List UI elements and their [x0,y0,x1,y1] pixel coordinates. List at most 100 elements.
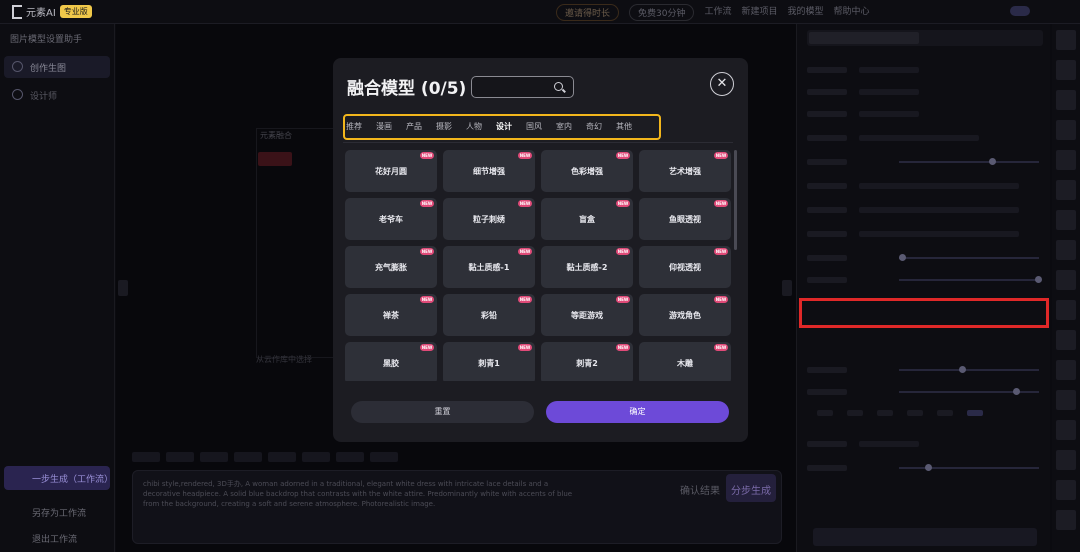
free-time-pill[interactable]: 免费30分钟 [629,4,695,21]
history-thumbnail[interactable] [1056,450,1076,470]
weight-slider[interactable] [807,156,1043,168]
tab-interior[interactable]: 室内 [556,118,572,136]
model-card[interactable]: 游戏角色 NEW [639,294,731,336]
ratio-option[interactable] [817,410,833,416]
collapse-left-handle[interactable] [118,280,128,296]
reset-button[interactable]: 重置 [351,401,534,423]
model-card[interactable]: 粒子刺绣 NEW [443,198,535,240]
grid-scrollbar[interactable] [734,150,737,250]
model-card[interactable]: 刺青2 NEW [541,342,633,381]
tab-people[interactable]: 人物 [466,118,482,136]
history-thumbnail[interactable] [1056,90,1076,110]
history-thumbnail[interactable] [1056,60,1076,80]
model-card[interactable]: 黏土质感-2 NEW [541,246,633,288]
model-card[interactable]: 花好月圆 NEW [345,150,437,192]
history-thumbnail[interactable] [1056,300,1076,320]
end-slider[interactable] [807,274,1043,286]
confirm-button[interactable]: 确定 [546,401,729,423]
tab-chinese-style[interactable]: 国风 [526,118,542,136]
prompt-tag[interactable] [132,452,160,462]
history-thumbnail[interactable] [1056,330,1076,350]
select-from-library-hint[interactable]: 从云作库中选择 [256,354,312,365]
history-thumbnail[interactable] [1056,240,1076,260]
model-card[interactable]: 禅茶 NEW [345,294,437,336]
user-badge[interactable] [1010,6,1030,16]
sidebar-item-designer[interactable]: 设计师 [4,84,110,106]
collapse-right-handle[interactable] [782,280,792,296]
close-button[interactable]: ✕ [710,72,734,96]
step-generate-button[interactable]: 分步生成 [726,474,776,502]
model-card[interactable]: 鱼眼透视 NEW [639,198,731,240]
breadcrumb[interactable]: 图片模型设置助手 [10,32,82,45]
top-nav-item-1[interactable]: 工作流 [704,4,731,21]
model-card[interactable]: 色彩增强 NEW [541,150,633,192]
history-thumbnail[interactable] [1056,270,1076,290]
search-icon[interactable] [554,82,563,91]
model-card[interactable]: 刺青1 NEW [443,342,535,381]
model-card[interactable]: 细节增强 NEW [443,150,535,192]
prompt-tag[interactable] [336,452,364,462]
history-thumbnail[interactable] [1056,210,1076,230]
sidebar-item-create[interactable]: 创作生图 [4,56,110,78]
ratio-option[interactable] [877,410,893,416]
prompt-tag[interactable] [370,452,398,462]
height-slider[interactable] [807,386,1043,398]
save-as-workflow-link[interactable]: 另存为工作流 [14,506,86,519]
model-card[interactable]: 盲盒 NEW [541,198,633,240]
new-badge: NEW [420,152,434,159]
model-card[interactable]: 仰视透视 NEW [639,246,731,288]
model-card[interactable]: 木雕 NEW [639,342,731,381]
history-thumbnail[interactable] [1056,30,1076,50]
tab-comic[interactable]: 漫画 [376,118,392,136]
top-nav-item-3[interactable]: 我的模型 [788,4,824,21]
prompt-tag[interactable] [268,452,296,462]
fusion-model-dialog: 融合模型 (0/5) ✕ 推荐 漫画 产品 摄影 人物 设计 国风 室内 奇幻 … [333,58,748,442]
prompt-tag[interactable] [302,452,330,462]
history-thumbnail[interactable] [1056,180,1076,200]
prompt-tag[interactable] [234,452,262,462]
history-thumbnail[interactable] [1056,480,1076,500]
tab-product[interactable]: 产品 [406,118,422,136]
count-slider[interactable] [807,462,1043,474]
invite-pill[interactable]: 邀请得时长 [556,4,620,21]
model-card[interactable]: 等距游戏 NEW [541,294,633,336]
ratio-option[interactable] [907,410,923,416]
history-thumbnail[interactable] [1056,150,1076,170]
tab-photography[interactable]: 摄影 [436,118,452,136]
width-slider[interactable] [807,364,1043,376]
history-thumbnail[interactable] [1056,360,1076,380]
model-card[interactable]: 充气膨胀 NEW [345,246,437,288]
one-step-generate-button[interactable]: 一步生成（工作流） [4,466,113,490]
new-badge: NEW [714,248,728,255]
model-card[interactable]: 艺术增强 NEW [639,150,731,192]
confirm-result-button[interactable]: 确认结果 [680,482,720,497]
tab-design[interactable]: 设计 [496,118,512,136]
model-card[interactable]: 黏土质感-1 NEW [443,246,535,288]
prompt-tag[interactable] [200,452,228,462]
history-thumbnail[interactable] [1056,510,1076,530]
history-thumbnail[interactable] [1056,120,1076,140]
top-nav-item-2[interactable]: 新建项目 [741,4,777,21]
tab-active[interactable] [809,32,919,44]
fusion-tag [258,152,292,166]
start-slider[interactable] [807,252,1043,264]
prompt-tag[interactable] [166,452,194,462]
model-card[interactable]: 黑胶 NEW [345,342,437,381]
ratio-option[interactable] [847,410,863,416]
history-thumbnail[interactable] [1056,420,1076,440]
model-card[interactable]: 老爷车 NEW [345,198,437,240]
exit-workflow-link[interactable]: 退出工作流 [14,532,77,545]
ratio-option[interactable] [967,410,983,416]
tab-other[interactable]: 其他 [616,118,632,136]
model-card[interactable]: 彩铅 NEW [443,294,535,336]
tab-recommend[interactable]: 推荐 [346,118,362,136]
app-root: 元素AI 专业版 邀请得时长 免费30分钟 工作流 新建项目 我的模型 帮助中心… [0,0,1080,552]
tab-fantasy[interactable]: 奇幻 [586,118,602,136]
model-search-input[interactable] [471,76,574,98]
ratio-option[interactable] [937,410,953,416]
highlighted-setting-row[interactable] [799,298,1049,328]
history-thumbnail[interactable] [1056,390,1076,410]
element-fusion-tab[interactable]: 元素融合 [260,130,292,141]
top-nav-item-4[interactable]: 帮助中心 [834,4,870,21]
generate-button[interactable] [813,528,1037,546]
